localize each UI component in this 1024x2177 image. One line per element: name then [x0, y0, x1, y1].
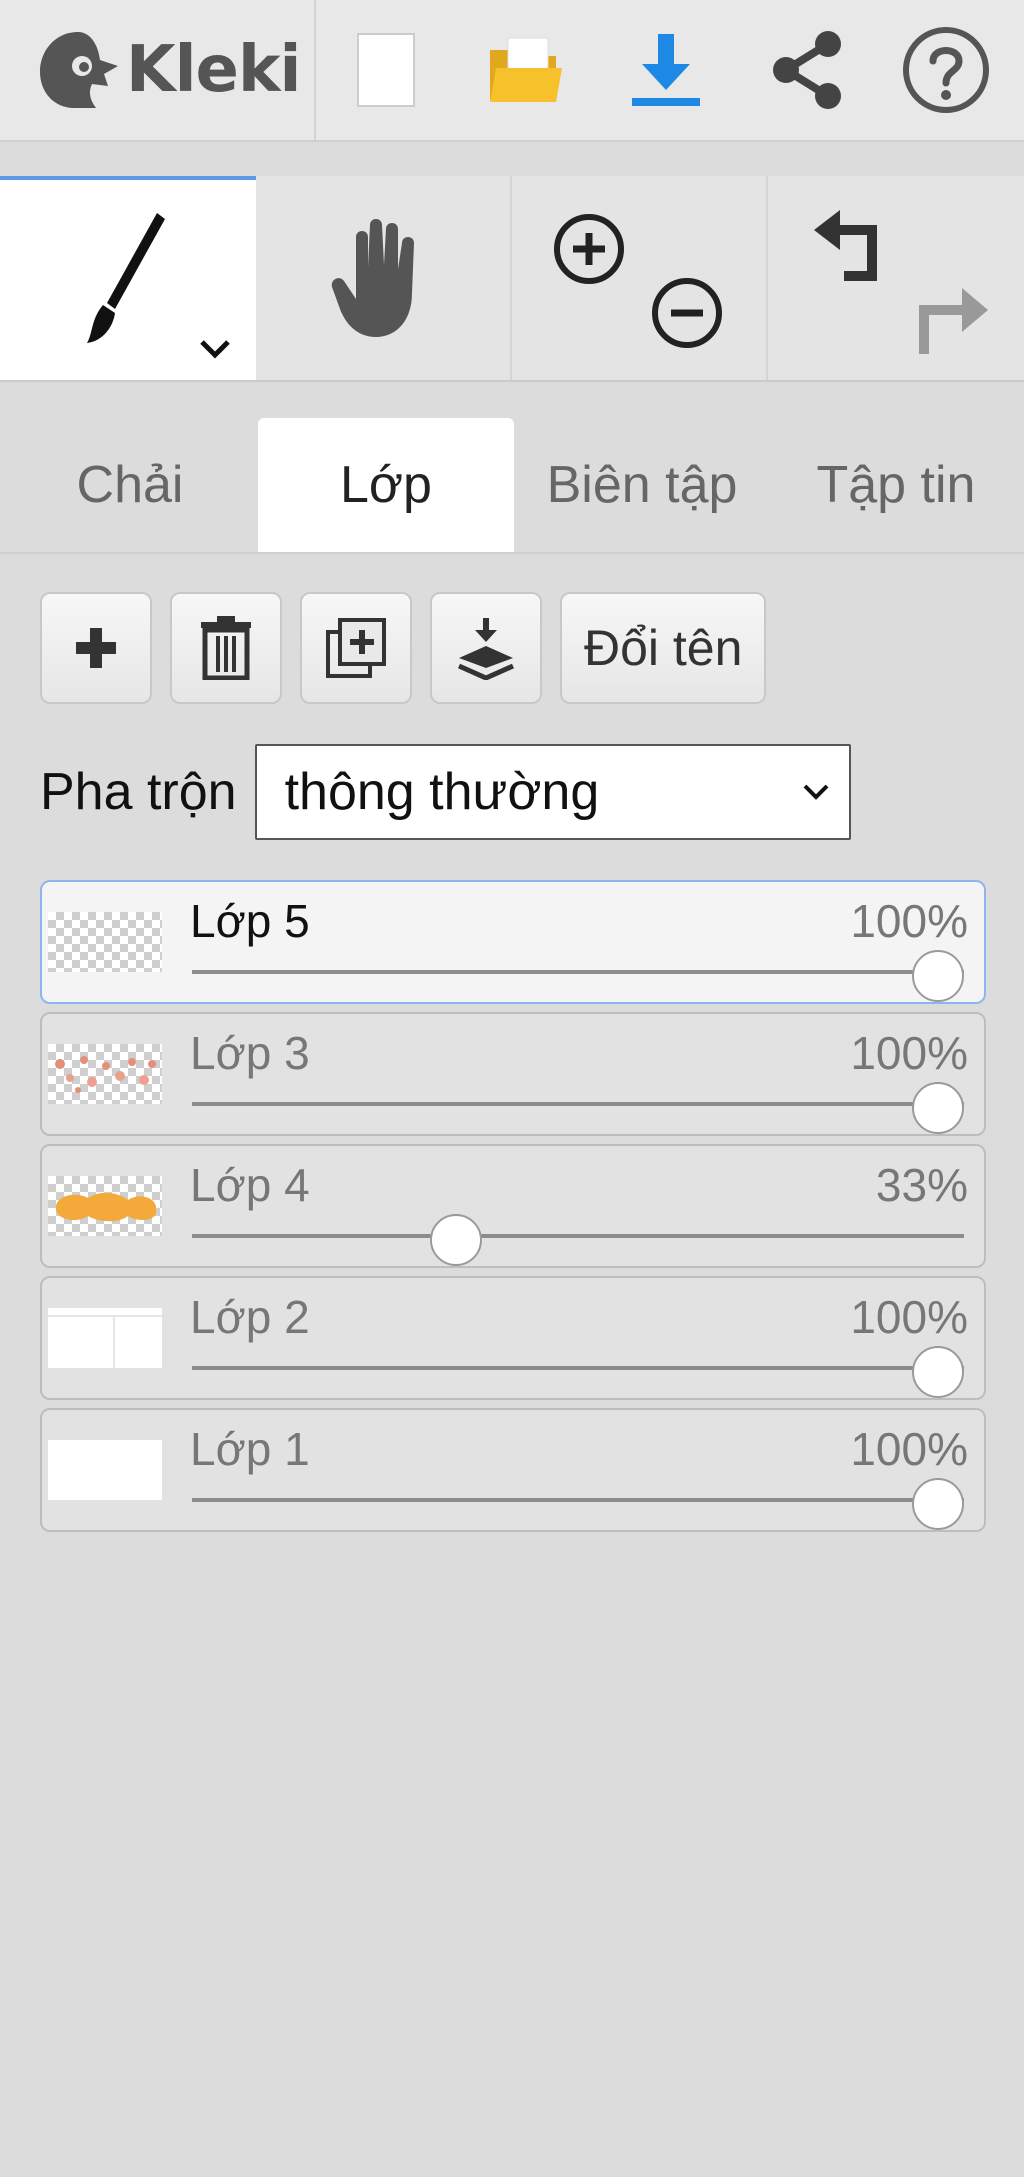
zoom-controls — [512, 176, 768, 380]
layer-opacity: 33% — [875, 1159, 968, 1211]
opacity-slider-knob[interactable] — [912, 950, 964, 1002]
layer-row-4[interactable]: Lớp 4 33% — [40, 1144, 986, 1268]
layer-row-3[interactable]: Lớp 3 100% — [40, 1012, 986, 1136]
layer-name: Lớp 5 — [190, 895, 310, 947]
layer-name: Lớp 4 — [190, 1159, 310, 1211]
layer-thumbnail — [48, 1176, 162, 1236]
hand-icon — [331, 219, 414, 337]
opacity-slider-track[interactable] — [192, 1366, 964, 1370]
layer-actions: Đổi tên — [40, 592, 767, 704]
layer-thumbnail-art — [55, 1056, 156, 1093]
top-toolbar: Kleki — [0, 0, 1024, 142]
layer-opacity: 100% — [850, 1027, 968, 1079]
layer-opacity: 100% — [850, 1291, 968, 1343]
delete-layer-button[interactable] — [170, 592, 282, 704]
layer-thumbnail — [48, 1044, 162, 1104]
opacity-slider-track[interactable] — [192, 1234, 964, 1238]
brush-icon — [87, 213, 165, 343]
layer-thumbnail — [48, 1308, 162, 1368]
hand-tool-button[interactable] — [256, 176, 512, 380]
layer-thumbnail-art — [55, 1192, 157, 1222]
zoom-out-icon[interactable] — [650, 276, 724, 350]
merge-down-icon — [457, 618, 515, 680]
redo-icon[interactable] — [906, 276, 992, 356]
opacity-slider-track[interactable] — [192, 1102, 964, 1106]
layer-row-5[interactable]: Lớp 5 100% — [40, 880, 986, 1004]
layer-thumbnail — [48, 1440, 162, 1500]
panel-tabs: Chải Lớp Biên tập Tập tin — [0, 382, 1024, 554]
undo-icon[interactable] — [810, 206, 896, 286]
layer-name: Lớp 1 — [190, 1423, 310, 1475]
opacity-slider-track[interactable] — [192, 970, 964, 974]
layer-opacity: 100% — [850, 895, 968, 947]
download-button[interactable] — [616, 20, 716, 120]
merge-down-button[interactable] — [430, 592, 542, 704]
app-logo[interactable]: Kleki — [0, 0, 316, 140]
tab-edit[interactable]: Biên tập — [514, 418, 770, 552]
trash-icon — [201, 616, 251, 680]
opacity-slider-knob[interactable] — [429, 1214, 482, 1266]
history-controls — [768, 176, 1024, 380]
layer-row-2[interactable]: Lớp 2 100% — [40, 1276, 986, 1400]
opacity-slider-knob[interactable] — [912, 1082, 964, 1134]
tab-brush[interactable]: Chải — [2, 418, 258, 552]
open-file-button[interactable] — [476, 20, 576, 120]
blend-mode-select[interactable]: thông thường — [254, 744, 851, 840]
opacity-slider-knob[interactable] — [912, 1478, 964, 1530]
brush-tool-button[interactable] — [0, 176, 256, 380]
chevron-down-icon — [803, 784, 828, 800]
layer-thumbnail-art — [48, 1315, 162, 1368]
opacity-slider-knob[interactable] — [912, 1346, 964, 1398]
layer-thumbnail — [48, 912, 162, 972]
rename-layer-button[interactable]: Đổi tên — [560, 592, 767, 704]
open-folder-icon — [490, 37, 562, 102]
zoom-in-icon[interactable] — [552, 212, 626, 286]
tab-layers[interactable]: Lớp — [258, 418, 514, 552]
app-name: Kleki — [126, 33, 301, 107]
layer-name: Lớp 3 — [190, 1027, 310, 1079]
opacity-slider-track[interactable] — [192, 1498, 964, 1502]
share-icon — [773, 31, 841, 109]
plus-icon — [76, 628, 116, 668]
blend-mode-label: Pha trộn — [40, 763, 237, 821]
add-layer-button[interactable] — [40, 592, 152, 704]
kleki-logo-icon — [40, 32, 118, 108]
blend-mode-value: thông thường — [284, 763, 600, 821]
layer-list: Lớp 5 100% Lớp 3 100% Lớp 4 33% Lớp 2 10… — [40, 880, 986, 1540]
help-button[interactable] — [896, 20, 996, 120]
new-file-button[interactable] — [336, 20, 436, 120]
layer-row-1[interactable]: Lớp 1 100% — [40, 1408, 986, 1532]
tab-file[interactable]: Tập tin — [768, 418, 1024, 552]
blend-mode-row: Pha trộn thông thường — [40, 744, 851, 840]
tool-row — [0, 176, 1024, 382]
layer-opacity: 100% — [850, 1423, 968, 1475]
layer-name: Lớp 2 — [190, 1291, 310, 1343]
duplicate-layer-button[interactable] — [300, 592, 412, 704]
help-icon — [903, 27, 989, 113]
new-file-icon — [357, 33, 415, 107]
duplicate-icon — [326, 618, 386, 678]
download-icon — [632, 34, 700, 106]
share-button[interactable] — [756, 20, 856, 120]
chevron-down-icon — [200, 340, 230, 359]
